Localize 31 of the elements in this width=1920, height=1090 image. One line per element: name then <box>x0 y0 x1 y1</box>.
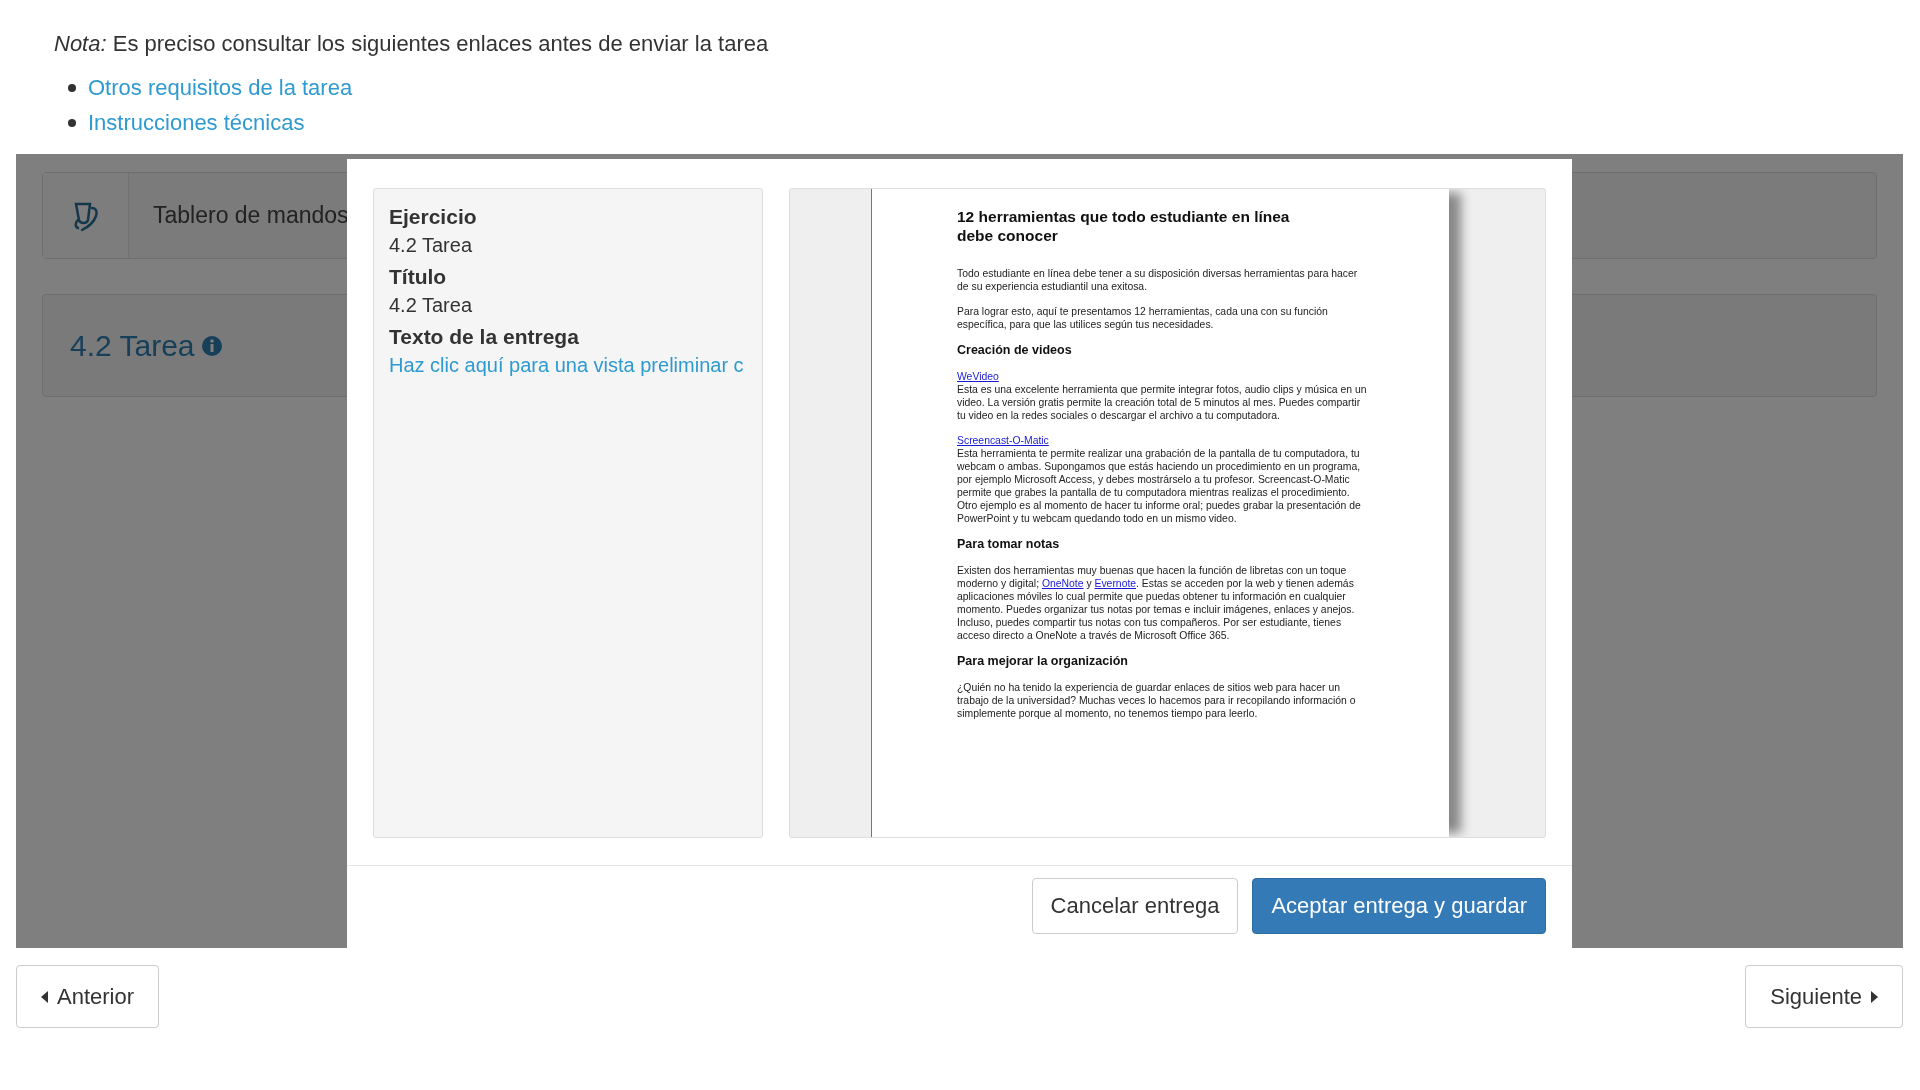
document-heading: Para tomar notas <box>957 537 1061 551</box>
accept-button[interactable]: Aceptar entrega y guardar <box>1252 878 1546 934</box>
document-paragraph: Screencast-O-Matic Esta herramienta te permite realizar una grabación de la pantalla de tu computadora, tu webcam o ambas. Supongamos que estás haciendo un procedimiento en un programa, por ejemplo Microsoft Access, y debes mostrárselo a tu profesor. Screencast-O-Matic permite que grabes la pantalla de tu computadora mientras realizas el procedimiento. Otro ejemplo es al momento de hacer tu informe oral; puedes grabar la presentación de PowerPoint y tu webcam quedando todo en un mismo video. <box>957 434 1367 525</box>
document-title: 12 herramientas que todo estudiante en línea debe conocer <box>957 207 1291 245</box>
field-label: Texto de la entrega <box>389 325 580 349</box>
document-paragraph: Todo estudiante en línea debe tener a su disposición diversas herramientas para hacer de su experiencia estudiantil una exitosa. <box>957 267 1359 293</box>
document-paragraph: Existen dos herramientas muy buenas que hacen la función de libretas con un toque moderno y digital; OneNote y Evernote. Estas se acceden por la web y tienen además aplicaciones móviles lo cual permite que puedas obtener tu información en cualquier momento. Puedes organizar tus notas por temas e incluir imágenes, enlaces y anejos. Incluso, puedes compartir tus notas con tus compañeros. Por ser estudiante, tienes acceso directo a OneNote a través de Microsoft Office 365. <box>957 564 1356 642</box>
document-link[interactable]: Screencast-O-Matic <box>957 434 1367 447</box>
next-button[interactable]: Siguiente <box>1745 965 1903 1028</box>
bullet-icon <box>68 119 76 127</box>
bullet-icon <box>68 84 76 92</box>
dashboard-label[interactable]: Tablero de mandos <box>153 202 349 229</box>
cancel-button[interactable]: Cancelar entrega <box>1031 878 1239 934</box>
document-link[interactable]: WeVideo <box>957 370 1367 383</box>
document-paragraph: WeVideo Esta es una excelente herramienta que permite integrar fotos, audio clips y música en un video. La versión gratis permite la creación total de 5 minutos al mes. Puedes compartir tu video en la redes sociales o descargar el archivo a tu computadora. <box>957 370 1367 422</box>
document-paragraph: Para lograr esto, aquí te presentamos 12 herramientas, cada una con su función específica, para que las utilices según tus necesidades. <box>957 305 1329 331</box>
note-text: Nota: Es preciso consultar los siguientes enlaces antes de enviar la tarea <box>54 30 769 58</box>
document-link[interactable]: Evernote <box>1094 578 1137 589</box>
field-value: 4.2 Tarea <box>389 234 474 257</box>
assignment-title: 4.2 Tarea <box>70 328 195 363</box>
field-value: 4.2 Tarea <box>389 294 474 317</box>
caret-icon <box>1870 990 1878 1003</box>
document-link[interactable]: OneNote <box>1041 578 1084 589</box>
document-heading: Creación de videos <box>957 343 1073 357</box>
caret-icon <box>41 990 49 1003</box>
field-label: Ejercicio <box>389 205 478 229</box>
info-icon[interactable] <box>200 334 223 357</box>
document-paragraph: ¿Quién no ha tenido la experiencia de guardar enlaces de sitios web para hacer un trabajo de la universidad? Muchas veces lo hacemos para ir recopilando información o simplemente porque al momento, no tenemos tiempo para leerlo. <box>957 681 1357 720</box>
document-heading: Para mejorar la organización <box>957 654 1129 668</box>
previous-button[interactable]: Anterior <box>16 965 160 1028</box>
field-label: Título <box>389 265 448 289</box>
